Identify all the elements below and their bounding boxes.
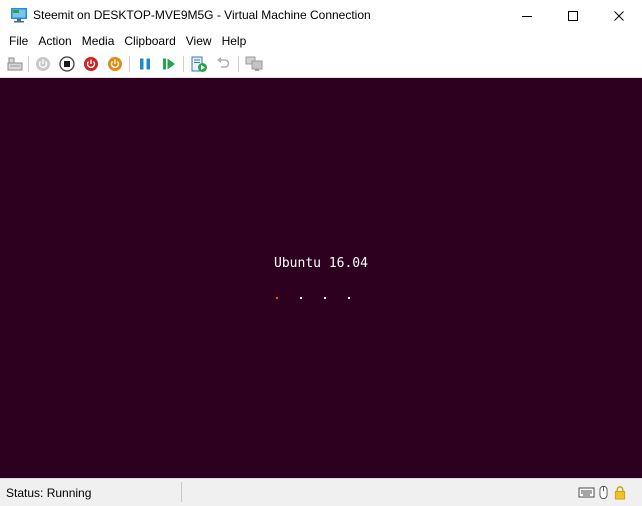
checkpoint-icon [191,56,207,72]
boot-progress-dot [300,297,302,299]
keyboard-icon [578,487,595,498]
status-bar: Status: Running [0,478,642,506]
toolbar-separator [238,56,239,72]
shut-down-button[interactable] [82,55,100,73]
close-button[interactable] [596,0,642,31]
boot-progress-dot [348,297,350,299]
start-button[interactable] [34,55,52,73]
menu-bar: File Action Media Clipboard View Help [0,31,642,51]
turn-off-icon [59,56,75,72]
menu-view[interactable]: View [181,31,217,51]
status-separator [181,482,182,502]
minimize-icon [522,15,532,17]
minimize-button[interactable] [504,0,550,31]
menu-clipboard[interactable]: Clipboard [119,31,180,51]
pause-button[interactable] [136,55,154,73]
boot-os-label: Ubuntu 16.04 [274,256,368,271]
lock-icon [614,486,626,500]
mouse-icon [599,485,608,500]
status-text: Status: Running [6,486,92,500]
revert-button[interactable] [214,55,232,73]
save-icon [108,57,122,71]
ctrl-alt-del-button[interactable] [6,55,24,73]
toolbar-separator [129,56,130,72]
maximize-icon [568,10,578,21]
enhanced-session-button[interactable] [245,55,263,73]
menu-file[interactable]: File [0,31,33,51]
menu-help[interactable]: Help [217,31,252,51]
ctrl-alt-del-icon [7,57,23,71]
reset-icon [163,58,175,70]
toolbar [0,51,642,78]
boot-progress-dot-active [276,297,278,299]
menu-action[interactable]: Action [33,31,76,51]
close-icon [614,10,624,21]
toolbar-separator [28,56,29,72]
maximize-button[interactable] [550,0,596,31]
enhanced-session-icon [245,56,263,71]
reset-button[interactable] [160,55,178,73]
turn-off-button[interactable] [58,55,76,73]
start-icon [36,57,50,71]
boot-progress-dot [324,297,326,299]
save-button[interactable] [106,55,124,73]
title-bar: Steemit on DESKTOP-MVE9M5G - Virtual Mac… [0,0,642,31]
window-title: Steemit on DESKTOP-MVE9M5G - Virtual Mac… [33,8,371,22]
menu-media[interactable]: Media [77,31,120,51]
toolbar-separator [183,56,184,72]
vm-connection-icon [11,8,27,23]
pause-icon [140,58,150,70]
shut-down-icon [84,57,98,71]
checkpoint-button[interactable] [190,55,208,73]
vm-display[interactable]: Ubuntu 16.04 [0,78,642,478]
revert-icon [217,57,230,68]
